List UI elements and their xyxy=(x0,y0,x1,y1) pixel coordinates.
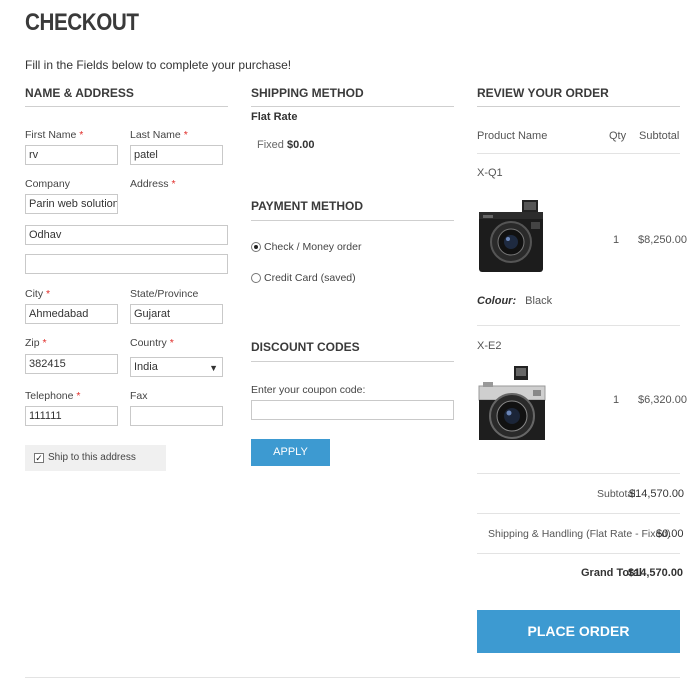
ship-to-checkbox[interactable]: ✓ xyxy=(34,453,44,463)
zip-field[interactable]: 382415 xyxy=(25,354,118,374)
state-label: State/Province xyxy=(130,288,199,300)
country-value: India xyxy=(134,361,158,373)
subtotal-value: $14,570.00 xyxy=(629,488,685,500)
fax-field[interactable] xyxy=(130,406,223,426)
first-name-field[interactable]: rv xyxy=(25,145,118,165)
intro-text: Fill in the Fields below to complete you… xyxy=(25,58,292,72)
camera-xq1-image xyxy=(479,200,543,272)
item-2-qty: 1 xyxy=(613,394,620,406)
telephone-field[interactable]: 111111 xyxy=(25,406,118,426)
item-1-qty: 1 xyxy=(613,234,620,246)
shipping-handling-label: Shipping & Handling (Flat Rate - Fixed) xyxy=(488,528,671,540)
grand-total-value: $14,570.00 xyxy=(628,567,684,579)
state-field[interactable]: Gujarat xyxy=(130,304,223,324)
item-1-name: X-Q1 xyxy=(477,167,503,179)
payment-divider xyxy=(251,220,454,221)
first-name-label: First Name * xyxy=(25,129,84,141)
col-qty: Qty xyxy=(609,130,627,142)
payment-option-credit-card[interactable]: Credit Card (saved) xyxy=(251,272,411,286)
item-2-subtotal: $6,320.00 xyxy=(638,394,687,406)
coupon-label: Enter your coupon code: xyxy=(251,384,366,396)
last-name-field[interactable]: patel xyxy=(130,145,223,165)
page-title: CHECKOUT xyxy=(25,9,139,36)
discount-heading: DISCOUNT CODES xyxy=(251,340,360,354)
address-divider xyxy=(25,106,228,107)
review-divider xyxy=(477,106,680,107)
company-label: Company xyxy=(25,178,70,190)
place-order-button[interactable]: PLACE ORDER xyxy=(477,610,680,653)
item-1-option-label: Colour: xyxy=(477,295,517,307)
shipping-fixed-price: $0.00 xyxy=(286,139,315,151)
subtotal-divider xyxy=(477,513,680,514)
ship-to-address-option[interactable]: ✓ Ship to this address xyxy=(25,445,166,471)
address-line2-field[interactable] xyxy=(25,254,228,274)
apply-coupon-button[interactable]: APPLY xyxy=(251,439,330,466)
item-2-name: X-E2 xyxy=(477,340,502,352)
item-1-subtotal: $8,250.00 xyxy=(638,234,687,246)
coupon-input[interactable] xyxy=(251,400,454,420)
city-label: City * xyxy=(25,288,51,300)
shipping-handling-value: $0.00 xyxy=(656,528,684,540)
company-field[interactable]: Parin web solutions xyxy=(25,194,118,214)
col-subtotal: Subtotal xyxy=(639,130,680,142)
ship-to-label: Ship to this address xyxy=(48,452,136,463)
payment-credit-card-radio[interactable] xyxy=(251,273,261,283)
telephone-label: Telephone * xyxy=(25,390,81,402)
item-1-divider xyxy=(477,325,680,326)
footer-divider xyxy=(25,677,680,678)
review-header-divider xyxy=(477,153,680,154)
shipping-method-name: Flat Rate xyxy=(251,111,298,123)
country-select[interactable]: India ▼ xyxy=(130,357,223,377)
zip-label: Zip * xyxy=(25,337,47,349)
payment-credit-card-label: Credit Card (saved) xyxy=(264,272,356,284)
country-label: Country * xyxy=(130,337,174,349)
shipping-heading: SHIPPING METHOD xyxy=(251,86,364,100)
address-line1-field[interactable]: Odhav xyxy=(25,225,228,245)
fax-label: Fax xyxy=(130,390,148,402)
payment-check-label: Check / Money order xyxy=(264,241,362,253)
item-2-divider xyxy=(477,473,680,474)
item-1-option: Colour: Black xyxy=(477,295,552,307)
last-name-label: Last Name * xyxy=(130,129,188,141)
shipping-fixed-label: Fixed xyxy=(257,139,284,151)
address-heading: NAME & ADDRESS xyxy=(25,86,134,100)
item-1-option-value: Black xyxy=(525,295,553,307)
payment-option-check[interactable]: Check / Money order xyxy=(251,241,411,255)
payment-heading: PAYMENT METHOD xyxy=(251,199,364,213)
review-heading: REVIEW YOUR ORDER xyxy=(477,86,609,100)
discount-divider xyxy=(251,361,454,362)
chevron-down-icon: ▼ xyxy=(209,363,218,373)
col-product-name: Product Name xyxy=(477,130,548,142)
payment-check-radio[interactable] xyxy=(251,242,261,252)
shipping-divider xyxy=(251,106,454,107)
shipping-fixed-rate: Fixed $0.00 xyxy=(257,139,315,151)
shipping-handling-divider xyxy=(477,553,680,554)
address-label: Address * xyxy=(130,178,176,190)
camera-xe2-image xyxy=(478,366,546,440)
city-field[interactable]: Ahmedabad xyxy=(25,304,118,324)
